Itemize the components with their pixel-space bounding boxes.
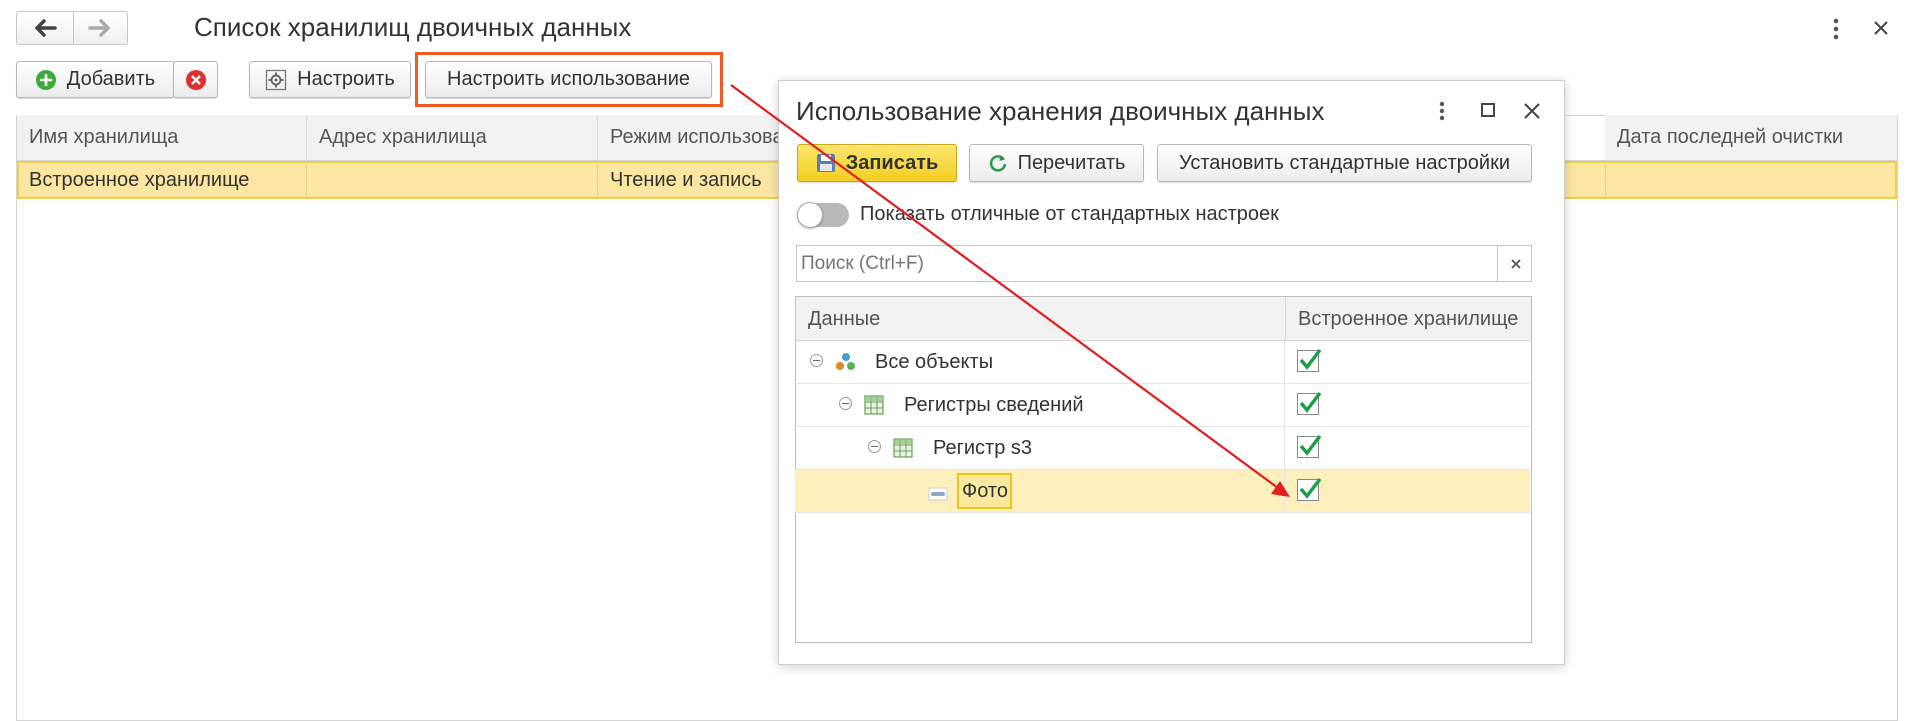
collapse-toggle[interactable] [868, 440, 881, 453]
forward-button[interactable] [73, 12, 128, 44]
checkbox-checked[interactable] [1297, 477, 1322, 501]
reread-button[interactable]: Перечитать [969, 144, 1144, 182]
close-icon[interactable] [1872, 19, 1890, 37]
column-header-name[interactable]: Имя хранилища [17, 115, 307, 160]
tree-label: Регистр s3 [933, 437, 1033, 459]
column-header-data[interactable]: Данные [808, 308, 880, 331]
register-icon [864, 395, 884, 421]
reread-button-label: Перечитать [1017, 151, 1126, 174]
gear-icon [265, 69, 287, 91]
tree-row-info-registers[interactable]: Регистры сведений [795, 384, 1530, 427]
set-default-settings-button[interactable]: Установить стандартные настройки [1157, 144, 1532, 182]
delete-button[interactable] [173, 61, 218, 98]
toggle-label: Показать отличные от стандартных настрое… [860, 203, 1279, 225]
save-button-label: Записать [845, 151, 939, 174]
clear-icon [1510, 258, 1521, 269]
checkmark-icon [1299, 391, 1322, 413]
tree-label: Все объекты [875, 351, 994, 373]
tree-row-all-objects[interactable]: Все объекты [795, 341, 1530, 384]
attribute-icon [928, 484, 948, 507]
show-different-toggle[interactable] [797, 202, 849, 228]
cell-storage-name: Встроенное хранилище [17, 161, 307, 199]
delete-circle-icon [185, 69, 207, 91]
checkmark-icon [1299, 477, 1322, 499]
checkmark-icon [1299, 434, 1322, 456]
add-button[interactable]: Добавить [16, 61, 174, 98]
toggle-knob [797, 202, 823, 228]
save-button[interactable]: Записать [797, 144, 957, 182]
collapse-toggle[interactable] [839, 397, 852, 410]
checkbox-checked[interactable] [1297, 348, 1322, 372]
configure-button[interactable]: Настроить [249, 61, 411, 98]
more-menu-icon[interactable] [1830, 16, 1842, 42]
plus-circle-icon [35, 69, 57, 91]
tree-label: Регистры сведений [904, 394, 1084, 416]
tree-row-photo[interactable]: Фото [795, 470, 1530, 513]
nav-buttons [16, 11, 128, 45]
floppy-disk-icon [816, 153, 836, 173]
collapse-toggle[interactable] [810, 354, 823, 367]
dialog-close-icon[interactable] [1523, 102, 1541, 120]
column-header-builtin-storage[interactable]: Встроенное хранилище [1298, 308, 1518, 331]
arrow-right-icon [88, 19, 110, 37]
maximize-icon[interactable] [1480, 102, 1496, 118]
configure-usage-button[interactable]: Настроить использование [425, 61, 712, 98]
column-header-address[interactable]: Адрес хранилища [307, 115, 598, 160]
refresh-icon [988, 153, 1008, 173]
objects-icon [835, 352, 857, 378]
cell-storage-address [307, 161, 598, 199]
search-input[interactable] [797, 246, 1493, 281]
configure-usage-button-label: Настроить использование [447, 68, 690, 90]
column-header-last-cleanup[interactable]: Дата последней очистки [1605, 115, 1897, 160]
add-button-label: Добавить [66, 68, 156, 90]
configure-button-label: Настроить [297, 68, 395, 90]
register-icon [893, 438, 913, 464]
dialog-title: Использование хранения двоичных данных [796, 96, 1325, 126]
clear-search-button[interactable] [1497, 246, 1533, 281]
tree-label: Фото [962, 480, 1008, 502]
checkbox-checked[interactable] [1297, 391, 1322, 415]
search-box [796, 245, 1532, 282]
tree-row-register-s3[interactable]: Регистр s3 [795, 427, 1530, 470]
back-button[interactable] [17, 12, 74, 44]
page-title: Список хранилищ двоичных данных [194, 12, 632, 42]
checkbox-checked[interactable] [1297, 434, 1322, 458]
set-default-settings-label: Установить стандартные настройки [1178, 151, 1511, 174]
dialog-more-menu-icon[interactable] [1437, 99, 1447, 123]
arrow-left-icon [35, 19, 57, 37]
checkmark-icon [1299, 348, 1322, 370]
tree-header: Данные Встроенное хранилище [796, 297, 1531, 341]
cell-last-cleanup [1605, 161, 1895, 199]
